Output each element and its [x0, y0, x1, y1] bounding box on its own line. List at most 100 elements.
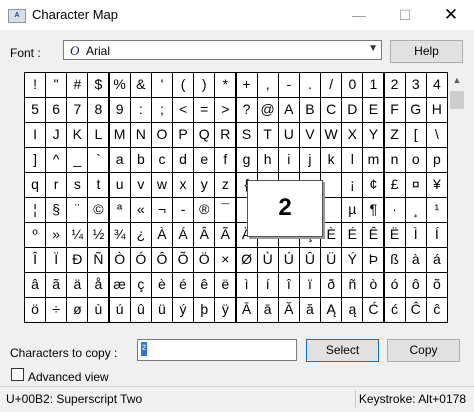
character-cell[interactable]: ;	[150, 97, 173, 123]
character-cell[interactable]: 1	[362, 72, 385, 98]
character-cell[interactable]: À	[150, 222, 173, 248]
character-cell[interactable]: Ĉ	[404, 297, 427, 323]
character-cell[interactable]: %	[108, 72, 131, 98]
character-cell[interactable]: -	[172, 197, 195, 223]
character-cell[interactable]: ·	[383, 197, 406, 223]
character-cell[interactable]: m	[362, 147, 385, 173]
character-cell[interactable]: «	[129, 197, 152, 223]
character-cell[interactable]: Ù	[256, 247, 279, 273]
advanced-view-checkbox[interactable]	[11, 368, 24, 381]
character-cell[interactable]: è	[150, 272, 173, 298]
character-cell[interactable]: 5	[24, 97, 47, 123]
character-cell[interactable]: e	[193, 147, 216, 173]
character-cell[interactable]: ú	[108, 297, 131, 323]
character-cell[interactable]: `	[87, 147, 110, 173]
character-cell[interactable]: ă	[298, 297, 321, 323]
character-cell[interactable]: T	[256, 122, 279, 148]
character-cell[interactable]: ¢	[362, 172, 385, 198]
character-cell[interactable]: ¹	[425, 197, 448, 223]
character-cell[interactable]: É	[341, 222, 364, 248]
character-cell[interactable]: §	[45, 197, 68, 223]
character-cell[interactable]: ¬	[150, 197, 173, 223]
character-cell[interactable]: Ñ	[87, 247, 110, 273]
character-cell[interactable]: p	[425, 147, 448, 173]
character-cell[interactable]: Ö	[193, 247, 216, 273]
character-cell[interactable]: _	[66, 147, 89, 173]
character-cell[interactable]: f	[214, 147, 237, 173]
character-cell[interactable]: á	[425, 247, 448, 273]
character-cell[interactable]: ć	[383, 297, 406, 323]
character-cell[interactable]: Ø	[235, 247, 258, 273]
character-cell[interactable]: ¼	[66, 222, 89, 248]
character-cell[interactable]: º	[24, 222, 47, 248]
character-cell[interactable]: u	[108, 172, 131, 198]
character-cell[interactable]: a	[108, 147, 131, 173]
character-cell[interactable]: +	[235, 72, 258, 98]
character-cell[interactable]: ¶	[362, 197, 385, 223]
character-cell[interactable]: £	[383, 172, 406, 198]
character-cell[interactable]: ā	[256, 297, 279, 323]
character-cell[interactable]: µ	[341, 197, 364, 223]
character-cell[interactable]: Ì	[404, 222, 427, 248]
character-cell[interactable]: B	[298, 97, 321, 123]
character-cell[interactable]: ý	[172, 297, 195, 323]
character-cell[interactable]: x	[172, 172, 195, 198]
character-cell[interactable]: v	[129, 172, 152, 198]
character-cell[interactable]: ®	[193, 197, 216, 223]
character-cell[interactable]: Ó	[129, 247, 152, 273]
character-cell[interactable]: ¸	[404, 197, 427, 223]
character-cell[interactable]: 2	[383, 72, 406, 98]
character-cell[interactable]: Â	[193, 222, 216, 248]
character-cell[interactable]: H	[425, 97, 448, 123]
minimize-button[interactable]: —	[336, 0, 382, 30]
character-cell[interactable]: 8	[87, 97, 110, 123]
maximize-button[interactable]: ☐	[382, 0, 428, 30]
character-cell[interactable]: ð	[320, 272, 343, 298]
character-cell[interactable]: <	[172, 97, 195, 123]
character-cell[interactable]: j	[298, 147, 321, 173]
character-cell[interactable]: F	[383, 97, 406, 123]
character-cell[interactable]: W	[320, 122, 343, 148]
character-cell[interactable]: ¥	[425, 172, 448, 198]
character-cell[interactable]: ¦	[24, 197, 47, 223]
character-cell[interactable]: Y	[362, 122, 385, 148]
character-cell[interactable]: o	[404, 147, 427, 173]
character-cell[interactable]: q	[24, 172, 47, 198]
character-cell[interactable]: J	[45, 122, 68, 148]
character-cell[interactable]: 3	[404, 72, 427, 98]
character-cell[interactable]: Ą	[320, 297, 343, 323]
character-cell[interactable]: k	[320, 147, 343, 173]
scroll-thumb[interactable]	[450, 91, 464, 109]
character-cell[interactable]: Ć	[362, 297, 385, 323]
characters-to-copy-input[interactable]: ²	[137, 339, 297, 361]
character-cell[interactable]: Í	[425, 222, 448, 248]
character-cell[interactable]: n	[383, 147, 406, 173]
character-cell[interactable]: ô	[404, 272, 427, 298]
character-cell[interactable]: l	[341, 147, 364, 173]
help-button[interactable]: Help	[390, 40, 463, 63]
character-cell[interactable]: ã	[45, 272, 68, 298]
character-cell[interactable]: :	[129, 97, 152, 123]
character-cell[interactable]: -	[277, 72, 300, 98]
character-cell[interactable]: G	[404, 97, 427, 123]
character-cell[interactable]: ¿	[129, 222, 152, 248]
character-cell[interactable]: ª	[108, 197, 131, 223]
character-cell[interactable]: K	[66, 122, 89, 148]
character-cell[interactable]: !	[24, 72, 47, 98]
character-cell[interactable]: D	[341, 97, 364, 123]
character-cell[interactable]: Ð	[66, 247, 89, 273]
character-cell[interactable]: Ô	[150, 247, 173, 273]
character-cell[interactable]: ß	[383, 247, 406, 273]
character-cell[interactable]: Á	[172, 222, 195, 248]
character-cell[interactable]: Ü	[320, 247, 343, 273]
character-cell[interactable]: Ï	[45, 247, 68, 273]
character-cell[interactable]: y	[193, 172, 216, 198]
character-cell[interactable]: ù	[87, 297, 110, 323]
character-cell[interactable]: I	[24, 122, 47, 148]
character-cell[interactable]: ü	[150, 297, 173, 323]
character-cell[interactable]: î	[277, 272, 300, 298]
character-cell[interactable]: ¤	[404, 172, 427, 198]
character-cell[interactable]: þ	[193, 297, 216, 323]
character-cell[interactable]: X	[341, 122, 364, 148]
character-cell[interactable]: ?	[235, 97, 258, 123]
